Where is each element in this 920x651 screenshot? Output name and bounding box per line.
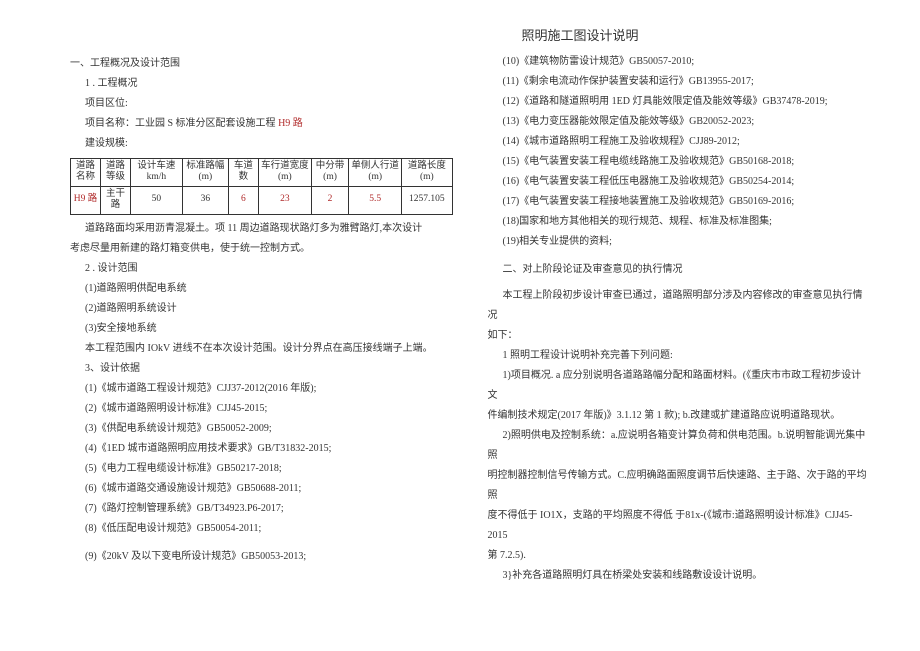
ref-2: (2)《城市道路照明设计标准》CJJ45-2015; [70,399,453,419]
ref-14: (14)《城市道路照明工程施工及验收规程》CJJ89-2012; [488,132,871,152]
th-design-speed: 设计车速 km/h [131,159,183,187]
th-road-grade: 道路等级 [101,159,131,187]
power-supply-note: 考虑尽量用新建的路灯箱变供电，使于统一控制方式。 [70,239,453,259]
review-status-b: 如下： [488,326,871,346]
two-column-layout: 一、工程概况及设计范围 1 . 工程概况 项目区位: 项目名称：工业园 S 标准… [70,52,870,586]
project-location: 项目区位: [70,94,453,114]
project-name-text: 项目名称：工业园 S 标准分区配套设施工程 [85,118,278,129]
th-road-name: 道路名称 [71,159,101,187]
th-lane-count: 车道数 [228,159,258,187]
ref-4: (4)《1ED 城市道路照明应用技术要求》GB/T31832-2015; [70,439,453,459]
ref-6: (6)《城市道路交通设施设计规范》GB50688-2011; [70,479,453,499]
issue-3: 3}补充各道路照明灯具在桥梁处安装和线路敷设设计说明。 [488,566,871,586]
doc-title: 照明施工图设计说明 [70,25,870,44]
section-1-heading: 一、工程概况及设计范围 [70,54,453,74]
pavement-note: 道路路面均采用沥青混凝土。项 11 周边道路现状路灯多为雅臂路灯,本次设计 [70,219,453,239]
section-2-heading: 二、对上阶段论证及审查意见的执行情况 [488,260,871,280]
issue-1b: 件编制技术规定(2017 年版)》3.1.12 第 1 款); b.改建或扩建道… [488,406,871,426]
issue-2c: 度不得低于 IO1X，支路的平均照度不得低 于81x-(《城市:道路照明设计标准… [488,506,871,546]
issue-2d: 第 7.2.5). [488,546,871,566]
review-status-a: 本工程上阶段初步设计审查已通过，道路照明部分涉及内容修改的审查意见执行情况 [488,286,871,326]
ref-9: (9)《20kV 及以下变电所设计规范》GB50053-2013; [70,547,453,567]
td-roadway-width: 23 [258,186,311,214]
td-road-length: 1257.105 [402,186,452,214]
ref-11: (11)《剩余电流动作保护装置安装和运行》GB13955-2017; [488,72,871,92]
th-median: 中分带(m) [311,159,348,187]
table-row: H9 路 主干路 50 36 6 23 2 5.5 1257.105 [71,186,453,214]
issue-heading: 1 照明工程设计说明补充完善下列问题: [488,346,871,366]
issue-2b: 明控制器控制信号传输方式。C.应明确路面照度调节后快速路、主于路、次于路的平均照 [488,466,871,506]
left-column: 一、工程概况及设计范围 1 . 工程概况 项目区位: 项目名称：工业园 S 标准… [70,52,453,586]
ref-7: (7)《路灯控制管理系统》GB/T34923.P6-2017; [70,499,453,519]
road-code: H9 路 [278,118,303,129]
ref-19: (19)相关专业提供的资料; [488,232,871,252]
ref-15: (15)《电气装置安装工程电缆线路施工及验收规范》GB50168-2018; [488,152,871,172]
ref-10: (10)《建筑物防雷设计规范》GB50057-2010; [488,52,871,72]
right-column: (10)《建筑物防雷设计规范》GB50057-2010; (11)《剩余电流动作… [488,52,871,586]
ref-13: (13)《电力变压器能效限定值及能效等级》GB20052-2023; [488,112,871,132]
road-spec-table: 道路名称 道路等级 设计车速 km/h 标准路幅 (m) 车道数 车行道宽度 (… [70,158,453,215]
scope-item-1: (1)道路照明供配电系统 [70,279,453,299]
th-road-length: 道路长度(m) [402,159,452,187]
scope-exclusion: 本工程范围内 IOkV 进线不在本次设计范围。设计分界点在高压接线端子上端。 [70,339,453,359]
td-road-name: H9 路 [71,186,101,214]
construction-scale-label: 建设规模: [70,134,453,154]
ref-17: (17)《电气装置安装工程接地装置施工及验收规范》GB50169-2016; [488,192,871,212]
th-roadway-width: 车行道宽度 (m) [258,159,311,187]
ref-3: (3)《供配电系统设计规范》GB50052-2009; [70,419,453,439]
table-header-row: 道路名称 道路等级 设计车速 km/h 标准路幅 (m) 车道数 车行道宽度 (… [71,159,453,187]
scope-item-2: (2)道路照明系统设计 [70,299,453,319]
td-median: 2 [311,186,348,214]
th-std-width: 标准路幅 (m) [182,159,228,187]
td-sidewalk: 5.5 [349,186,402,214]
ref-1: (1)《城市道路工程设计规范》CJJ37-2012(2016 年版); [70,379,453,399]
ref-16: (16)《电气装置安装工程低压电器施工及验收规范》GB50254-2014; [488,172,871,192]
issue-1a: 1)项目概况. a 应分别说明各道路路幅分配和路面材料。(《重庆市市政工程初步设… [488,366,871,406]
ref-18: (18)国家和地方其他相关的现行规范、规程、标准及标准图集; [488,212,871,232]
subsection-1-3: 3、设计依据 [70,359,453,379]
td-lane-count: 6 [228,186,258,214]
td-std-width: 36 [182,186,228,214]
subsection-1-2: 2 . 设计范围 [70,259,453,279]
td-road-grade: 主干路 [101,186,131,214]
td-design-speed: 50 [131,186,183,214]
th-sidewalk: 单侧人行道 (m) [349,159,402,187]
ref-12: (12)《道路和隧道照明用 1ED 灯具能效限定值及能效等级》GB37478-2… [488,92,871,112]
subsection-1-1: 1 . 工程概况 [70,74,453,94]
scope-item-3: (3)安全接地系统 [70,319,453,339]
issue-2a: 2)照明供电及控制系统：a.应说明各箱变计算负荷和供电范围。b.说明智能调光集中… [488,426,871,466]
project-name: 项目名称：工业园 S 标准分区配套设施工程 H9 路 [70,114,453,134]
ref-5: (5)《电力工程电缆设计标准》GB50217-2018; [70,459,453,479]
ref-8: (8)《低压配电设计规范》GB50054-2011; [70,519,453,539]
